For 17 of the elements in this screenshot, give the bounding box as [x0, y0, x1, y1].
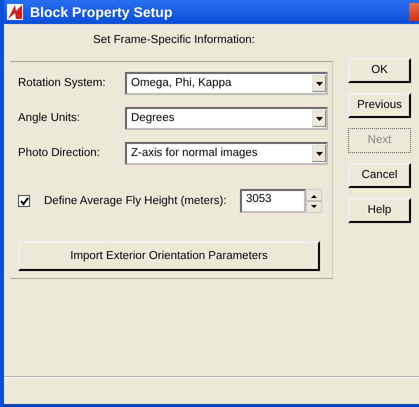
checkbox[interactable]: [18, 195, 30, 208]
dialog-button[interactable]: Help: [348, 198, 411, 223]
checkbox-label: Define Average Fly Height (meters):: [44, 194, 227, 209]
app-icon: [6, 3, 24, 21]
dialog-button[interactable]: Previous: [348, 93, 411, 118]
field-label: Rotation System:: [18, 76, 107, 92]
spin-arrows-icon: [306, 189, 322, 214]
dialog-button[interactable]: OK: [348, 58, 411, 83]
window-title: Block Property Setup: [30, 2, 172, 22]
field-label: Photo Direction:: [18, 146, 101, 162]
dropdown-field[interactable]: Z-axis for normal images: [125, 142, 328, 166]
section-heading: Set Frame-Specific Information:: [92, 33, 256, 48]
import-button[interactable]: Import Exterior Orientation Parameters: [18, 241, 320, 272]
dialog-button[interactable]: Cancel: [348, 163, 411, 188]
dropdown-field[interactable]: Omega, Phi, Kappa: [125, 72, 328, 96]
dropdown-field[interactable]: Degrees: [125, 107, 328, 130]
field-label: Angle Units:: [18, 111, 82, 126]
